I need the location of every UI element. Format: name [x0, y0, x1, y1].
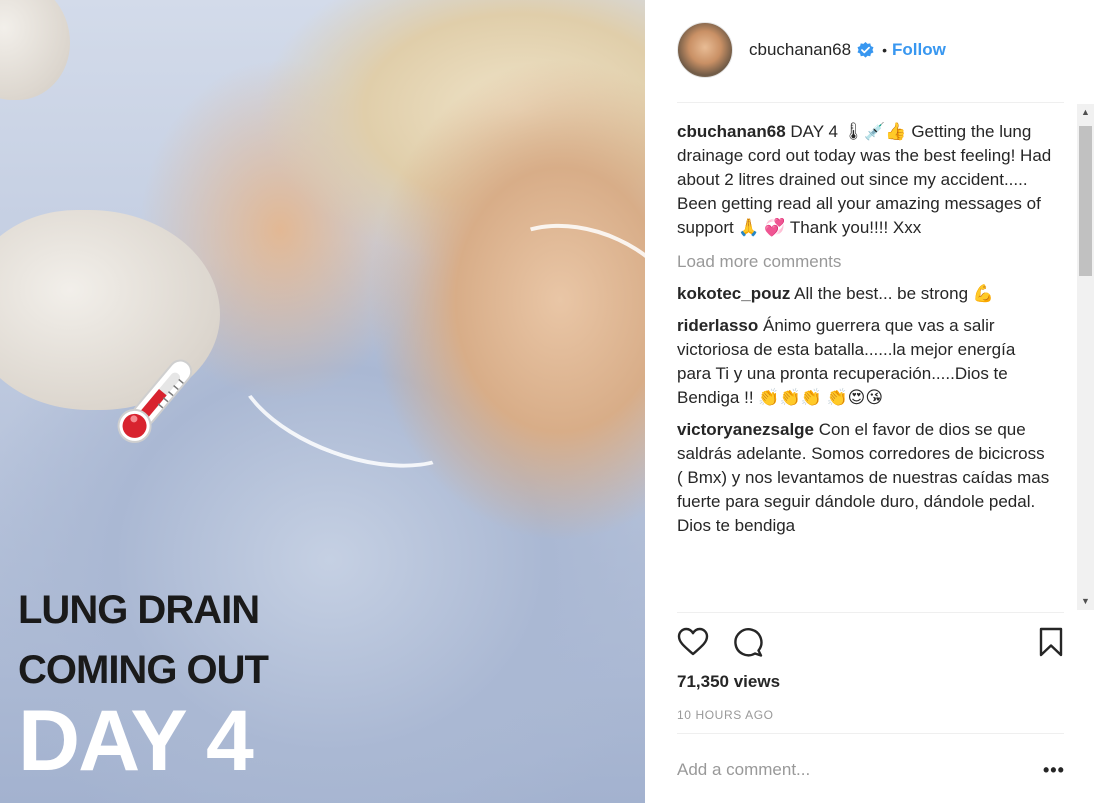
- nasal-tube: [445, 189, 645, 439]
- drain-tube: [215, 291, 493, 497]
- more-options-button[interactable]: •••: [1043, 760, 1065, 781]
- bookmark-icon[interactable]: [1035, 626, 1067, 658]
- post-details-panel: cbuchanan68 • Follow cbuchanan68 DAY 4 🌡…: [645, 0, 1094, 803]
- comment-item: riderlasso Ánimo guerrera que vas a sali…: [677, 314, 1052, 410]
- comment-item: victoryanezsalge Con el favor de dios se…: [677, 418, 1052, 538]
- comments-divider: [677, 612, 1064, 613]
- load-more-comments-button[interactable]: Load more comments: [677, 250, 1052, 274]
- comment-icon[interactable]: [732, 626, 764, 658]
- overlay-line-2: COMING OUT: [18, 648, 269, 692]
- follow-button[interactable]: Follow: [892, 40, 946, 60]
- views-count[interactable]: 71,350 views: [677, 672, 780, 692]
- footer-divider: [677, 733, 1064, 734]
- header-username[interactable]: cbuchanan68: [749, 40, 851, 60]
- comment-username[interactable]: riderlasso: [677, 316, 758, 335]
- post-timestamp[interactable]: 10 HOURS AGO: [677, 708, 774, 722]
- overlay-line-3: DAY 4: [18, 693, 254, 789]
- scroll-up-arrow-icon[interactable]: ▲: [1077, 104, 1094, 121]
- overlay-line-1: LUNG DRAIN: [18, 588, 260, 632]
- comment-username[interactable]: victoryanezsalge: [677, 420, 814, 439]
- scrollbar-thumb[interactable]: [1079, 126, 1092, 276]
- verified-badge-icon: [857, 41, 874, 58]
- avatar[interactable]: [677, 22, 733, 78]
- post-header: cbuchanan68 • Follow: [677, 22, 1064, 78]
- comment-item: kokotec_pouz All the best... be strong 💪: [677, 282, 1052, 306]
- add-comment-input[interactable]: [677, 758, 997, 782]
- header-separator: •: [882, 42, 887, 58]
- header-divider: [677, 102, 1064, 103]
- post-media[interactable]: LUNG DRAIN COMING OUT DAY 4: [0, 0, 645, 803]
- thermometer-sticker-icon: [117, 359, 193, 443]
- comment-username[interactable]: kokotec_pouz: [677, 284, 790, 303]
- comment-text: All the best... be strong 💪: [794, 284, 994, 303]
- heart-icon[interactable]: [677, 626, 709, 658]
- comments-list[interactable]: cbuchanan68 DAY 4 🌡💉👍 Getting the lung d…: [677, 104, 1052, 610]
- caption-username[interactable]: cbuchanan68: [677, 122, 786, 141]
- scroll-down-arrow-icon[interactable]: ▼: [1077, 593, 1094, 610]
- comments-scrollbar[interactable]: ▲ ▼: [1077, 104, 1094, 610]
- gloved-hand-top: [0, 0, 70, 100]
- post-caption: cbuchanan68 DAY 4 🌡💉👍 Getting the lung d…: [677, 120, 1052, 240]
- action-bar: [677, 626, 1067, 666]
